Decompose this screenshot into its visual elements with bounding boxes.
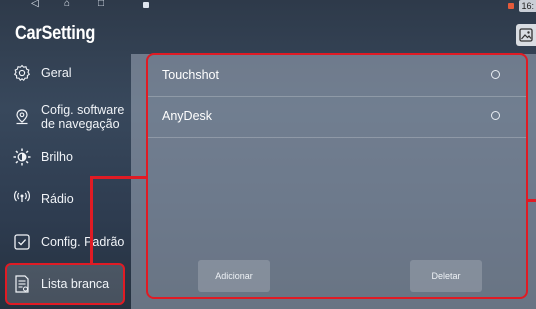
sidebar-item-label: Config. Padrão bbox=[41, 235, 125, 249]
checkbox-icon bbox=[11, 231, 33, 253]
gallery-icon[interactable] bbox=[516, 24, 536, 46]
nav-home-icon[interactable]: ⌂ bbox=[64, 0, 70, 9]
status-bar: ◁ ⌂ □ 16: bbox=[0, 0, 536, 14]
sidebar-item-radio[interactable]: Rádio bbox=[6, 181, 126, 217]
sidebar-item-label: Cofig. software de navegação bbox=[41, 103, 125, 131]
document-list-icon bbox=[11, 273, 33, 295]
sidebar-item-lista-branca[interactable]: Lista branca bbox=[5, 263, 125, 305]
sidebar-item-label: Brilho bbox=[41, 150, 73, 164]
sidebar-item-label: Rádio bbox=[41, 192, 74, 206]
highlight-connector bbox=[90, 176, 93, 264]
location-pin-icon bbox=[11, 106, 33, 128]
clock: 16: bbox=[519, 0, 536, 12]
sidebar-item-navigation-software[interactable]: Cofig. software de navegação bbox=[6, 97, 126, 137]
radio-signal-icon bbox=[11, 188, 33, 210]
sidebar-item-label: Geral bbox=[41, 66, 72, 80]
nav-back-icon[interactable]: ◁ bbox=[31, 0, 39, 9]
highlight-connector bbox=[90, 176, 148, 179]
highlight-connector bbox=[526, 199, 536, 202]
nav-recents-icon[interactable]: □ bbox=[98, 0, 104, 9]
app-title: CarSetting bbox=[15, 23, 96, 44]
notification-icon bbox=[143, 2, 149, 8]
sidebar-item-geral[interactable]: Geral bbox=[6, 55, 126, 91]
sidebar-item-config-padrao[interactable]: Config. Padrão bbox=[6, 224, 126, 260]
sidebar-item-label: Lista branca bbox=[41, 277, 110, 291]
brightness-icon bbox=[11, 146, 33, 168]
gear-icon bbox=[11, 62, 33, 84]
sidebar-item-brilho[interactable]: Brilho bbox=[6, 139, 126, 175]
signal-icon bbox=[508, 3, 514, 9]
highlight-box bbox=[146, 53, 528, 299]
